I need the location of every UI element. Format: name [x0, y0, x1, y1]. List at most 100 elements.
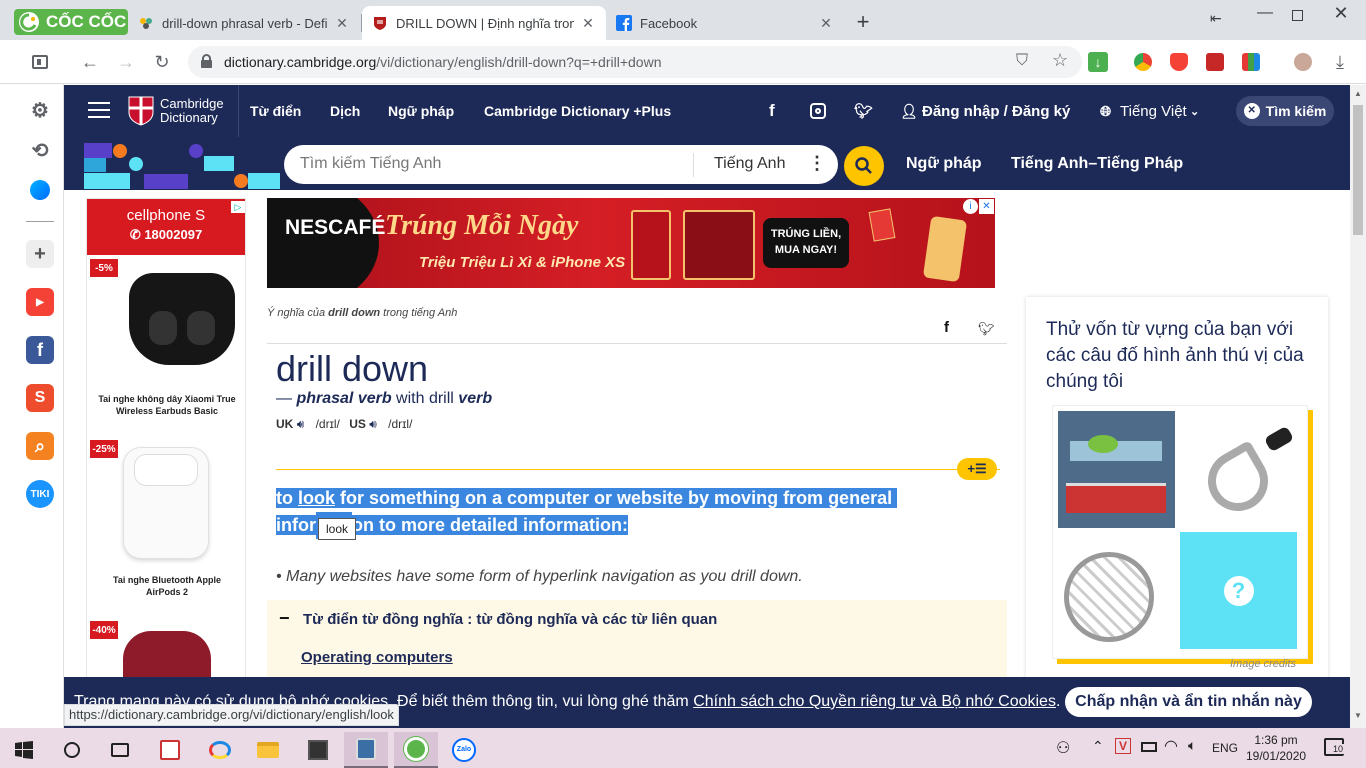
search-input[interactable]: Tìm kiếm Tiếng Anh Tiếng Anh ⋮ — [284, 145, 838, 184]
back-button[interactable]: ← — [78, 50, 102, 74]
left-ad[interactable]: cellphone S ✆ 18002097 ▷ -5% Tai nghe kh… — [86, 198, 246, 728]
new-tab-button[interactable]: + — [852, 9, 874, 35]
nescafe-banner-ad[interactable]: NESCAFÉ Trúng Mỗi Ngày Triệu Triệu Lì Xì… — [267, 198, 995, 288]
nav-grammar[interactable]: Ngữ pháp — [388, 103, 454, 119]
image-credits[interactable]: Image credits — [1230, 658, 1296, 670]
red-extension-icon[interactable] — [1206, 53, 1224, 71]
privacy-link[interactable]: Chính sách cho Quyền riêng tư và Bộ nhớ … — [693, 693, 1056, 710]
avatar[interactable] — [1294, 53, 1312, 71]
tiki-icon[interactable]: TIKI — [26, 480, 54, 508]
coccoc-browser-icon[interactable] — [394, 732, 438, 768]
ad-info-icon[interactable]: i — [963, 199, 978, 214]
notifications-icon[interactable]: 10 — [1324, 738, 1345, 756]
audio-icon[interactable]: 🔊︎ — [297, 417, 305, 431]
battery-icon[interactable] — [1141, 742, 1157, 752]
definition[interactable]: to look for something on a computer or w… — [276, 485, 898, 539]
tab-drill-down-vietnamese[interactable]: DRILL DOWN | Định nghĩa trong Ti ✕ — [362, 6, 606, 40]
bookmark-star-icon[interactable]: ☆ — [1052, 50, 1068, 71]
product-name[interactable]: Tai nghe không dây Xiaomi True Wireless … — [87, 393, 247, 417]
forward-button[interactable]: → — [114, 50, 138, 74]
shield-extension-icon[interactable] — [1170, 53, 1188, 71]
volume-icon[interactable]: 🔈︎ — [1188, 737, 1196, 754]
login-link[interactable]: Đăng nhập / Đăng ký — [922, 103, 1070, 120]
share-facebook-icon[interactable]: f — [944, 319, 949, 336]
coccoc-menu-button[interactable]: CỐC CỐC — [14, 9, 128, 35]
quiz-grid[interactable]: ? — [1052, 405, 1308, 659]
dishwasher-image[interactable] — [1058, 411, 1175, 528]
word-list-button[interactable]: +☰ — [957, 458, 997, 480]
reload-button[interactable]: ↻ — [150, 50, 174, 74]
definition-link-look[interactable]: look — [298, 488, 336, 508]
audio-icon[interactable]: 🔊︎ — [369, 417, 377, 431]
wifi-icon[interactable]: ◠ — [1164, 736, 1178, 756]
page-scrollbar[interactable]: ▲ ▼ — [1350, 85, 1366, 728]
windows-start-icon[interactable] — [2, 732, 46, 768]
youtube-icon[interactable]: ▶ — [26, 288, 54, 316]
twitter-icon[interactable]: 🐦︎ — [854, 102, 873, 120]
snipping-tool-icon[interactable] — [344, 732, 388, 768]
tab-drill-down-definition[interactable]: drill-down phrasal verb - Definitio ✕ — [128, 6, 360, 40]
scrollbar-thumb[interactable] — [1353, 105, 1363, 235]
nav-translate[interactable]: Dịch — [330, 103, 360, 119]
tab-search-icon[interactable]: ⇤ — [1210, 10, 1222, 27]
tab-facebook[interactable]: Facebook ✕ — [606, 6, 844, 40]
close-icon[interactable]: ✕ — [818, 15, 834, 32]
maximize-button[interactable] — [1284, 6, 1310, 28]
paint-app-icon[interactable] — [198, 732, 242, 768]
search-toggle-button[interactable]: ✕ Tìm kiếm — [1236, 96, 1334, 126]
cambridge-logo[interactable]: Cambridge Dictionary — [128, 96, 224, 126]
download-page-icon[interactable]: ↓ — [1088, 52, 1108, 72]
people-icon[interactable]: ⚇ — [1056, 738, 1070, 758]
thesaurus-title[interactable]: Từ điển từ đồng nghĩa : từ đồng nghĩa và… — [303, 611, 717, 628]
peeler-image[interactable] — [1180, 411, 1297, 528]
show-hidden-icons[interactable]: ⌃ — [1092, 738, 1104, 755]
chrome-extension-icon[interactable] — [1134, 53, 1152, 71]
close-window-button[interactable]: ✕ — [1328, 3, 1354, 27]
search-icon — [855, 157, 872, 174]
facebook-icon[interactable]: f — [769, 101, 775, 121]
nav2-grammar[interactable]: Ngữ pháp — [906, 155, 982, 173]
shield-icon[interactable]: ⛉ — [1016, 52, 1028, 70]
nav2-english-french[interactable]: Tiếng Anh–Tiếng Pháp — [1011, 155, 1183, 173]
nav-dictionary[interactable]: Từ điển — [250, 103, 301, 119]
masher-image[interactable] — [1058, 532, 1175, 649]
thesaurus-link[interactable]: Operating computers — [301, 649, 453, 666]
task-view-icon[interactable] — [98, 732, 142, 768]
ad-close-icon[interactable]: ✕ — [979, 199, 994, 214]
clock[interactable]: 1:36 pm 19/01/2020 — [1246, 732, 1306, 764]
sticky-notes-icon[interactable] — [296, 732, 340, 768]
history-icon[interactable]: ⟲ — [26, 136, 54, 164]
collapse-icon[interactable]: − — [279, 608, 290, 629]
zalo-app-icon[interactable]: Zalo — [442, 732, 486, 768]
search-circle-icon[interactable] — [50, 732, 94, 768]
messenger-icon[interactable] — [26, 176, 54, 204]
file-explorer-icon[interactable] — [246, 732, 290, 768]
instagram-icon[interactable] — [810, 103, 826, 119]
settings-gear-icon[interactable]: ⚙ — [26, 96, 54, 124]
share-twitter-icon[interactable]: 🐦︎ — [978, 321, 995, 337]
search-app-icon[interactable]: ⌕ — [26, 432, 54, 460]
add-app-icon[interactable]: + — [26, 240, 54, 268]
product-name[interactable]: Tai nghe Bluetooth Apple AirPods 2 — [87, 574, 247, 598]
sidebar-toggle-icon[interactable] — [28, 50, 52, 74]
nav-plus[interactable]: Cambridge Dictionary +Plus — [484, 103, 671, 119]
ad-choices-icon[interactable]: ▷ — [231, 201, 245, 213]
language-selector[interactable]: Tiếng Việt — [1120, 103, 1187, 120]
close-icon[interactable]: ✕ — [334, 15, 350, 32]
close-icon[interactable]: ✕ — [580, 15, 596, 32]
dictionary-selector[interactable]: Tiếng Anh — [714, 155, 785, 173]
accept-cookies-button[interactable]: Chấp nhận và ẩn tin nhắn này — [1065, 687, 1312, 717]
minimize-button[interactable]: — — [1250, 4, 1280, 28]
input-language[interactable]: ENG — [1212, 741, 1238, 755]
search-button[interactable] — [844, 146, 884, 186]
downloads-icon[interactable]: ⤓ — [1328, 50, 1352, 74]
more-options-icon[interactable]: ⋮ — [808, 153, 826, 174]
hamburger-menu-icon[interactable] — [88, 102, 110, 118]
office-app-icon[interactable] — [148, 732, 192, 768]
vietkey-icon[interactable]: V — [1115, 738, 1131, 754]
address-bar[interactable]: dictionary.cambridge.org/vi/dictionary/e… — [188, 46, 1108, 78]
color-grid-extension-icon[interactable] — [1242, 53, 1260, 71]
facebook-icon[interactable]: f — [26, 336, 54, 364]
quiz-answer-tile[interactable]: ? — [1180, 532, 1297, 649]
shopee-icon[interactable]: S — [26, 384, 54, 412]
